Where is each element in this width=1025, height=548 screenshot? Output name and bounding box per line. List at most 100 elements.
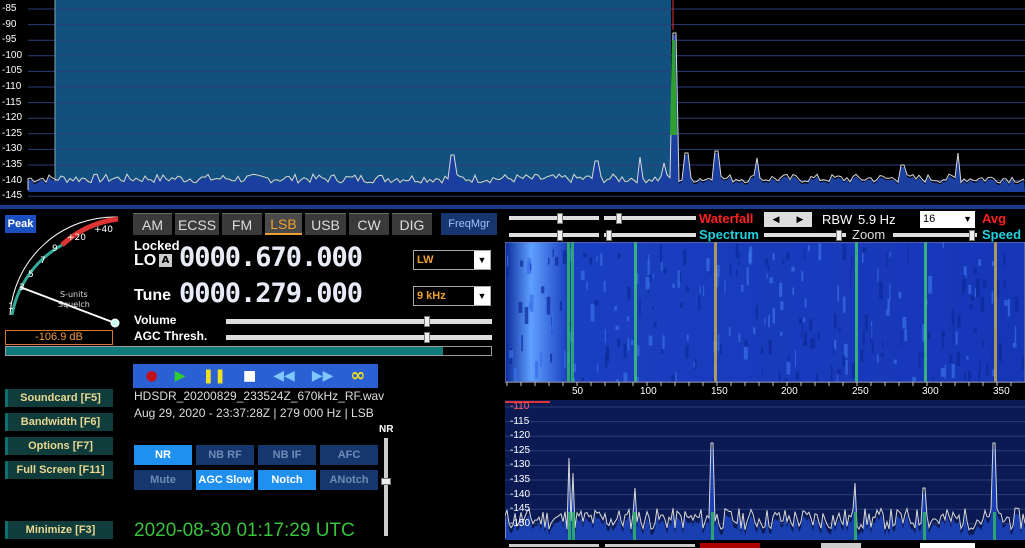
mute-button[interactable]: Mute <box>134 470 192 490</box>
s-scale-plus40: +40 <box>94 225 113 235</box>
play-icon[interactable]: ▶ <box>175 369 186 383</box>
bottom-cutoff-strip <box>505 543 1025 548</box>
waterfall-slider-1-knob[interactable] <box>557 213 563 224</box>
axis-label-250: 250 <box>852 386 869 397</box>
options-button[interactable]: Options [F7] <box>5 437 113 455</box>
top-y-label: -90 <box>2 18 17 30</box>
axis-label-350: 350 <box>993 386 1010 397</box>
lower-y-label: -140 <box>510 488 531 500</box>
axis-label-150: 150 <box>711 386 728 397</box>
zoom-label: Zoom <box>852 227 886 242</box>
speed-slider-knob[interactable] <box>969 230 975 241</box>
spectrum-slider-1[interactable] <box>509 230 599 241</box>
top-y-label: -115 <box>2 96 22 108</box>
rbw-value: 5.9 Hz <box>858 212 896 227</box>
waterfall-display[interactable] <box>505 242 1025 382</box>
top-y-label: -110 <box>2 81 22 92</box>
top-y-label: -85 <box>2 3 17 14</box>
forward-icon[interactable]: ▶▶ <box>312 369 334 383</box>
top-divider[interactable] <box>0 205 1025 209</box>
rewind-icon[interactable]: ◀◀ <box>273 369 295 383</box>
axis-label-200: 200 <box>781 386 798 397</box>
mode-fm-button[interactable]: FM <box>222 213 262 235</box>
agc-slow-button[interactable]: AGC Slow <box>196 470 254 490</box>
top-y-label: -105 <box>2 65 23 77</box>
top-y-label: -135 <box>2 159 23 170</box>
avg-select[interactable]: 16 ▼ <box>920 211 975 228</box>
anotch-button[interactable]: ANotch <box>320 470 378 490</box>
rbw-label: RBW <box>822 212 853 227</box>
chevron-right-icon[interactable]: ▶ <box>797 215 804 225</box>
pause-icon[interactable]: ❚❚ <box>203 369 226 383</box>
lo-a-badge[interactable]: A <box>159 254 172 267</box>
speed-slider[interactable] <box>893 230 977 241</box>
locked-label: Locked <box>134 238 180 253</box>
nr-slider-label: NR <box>379 424 394 435</box>
agc-thresh-slider-knob[interactable] <box>424 332 430 343</box>
file-info: Aug 29, 2020 - 23:37:28Z | 279 000 Hz | … <box>134 406 374 420</box>
lower-y-label: -150 <box>510 517 531 529</box>
s-scale-3: 3 <box>19 283 25 293</box>
waterfall-slider-2[interactable] <box>604 213 696 224</box>
loop-icon[interactable]: ∞ <box>350 367 365 385</box>
top-y-label: -140 <box>2 174 23 186</box>
nr-level-slider-knob[interactable] <box>381 478 391 485</box>
record-icon[interactable]: ● <box>146 369 158 383</box>
s-scale-1: 1 <box>8 302 14 312</box>
s-scale-5: 5 <box>28 270 34 280</box>
speed-label: Speed <box>982 227 1022 242</box>
tune-label: Tune <box>134 287 172 304</box>
afc-button[interactable]: AFC <box>320 445 378 465</box>
spectrum-slider-1-knob[interactable] <box>557 230 563 241</box>
mode-lsb-button[interactable]: LSB <box>265 213 302 235</box>
agc-thresh-slider[interactable] <box>226 332 492 343</box>
lower-y-label: -110 <box>510 401 530 412</box>
bandwidth-select-value: 9 kHz <box>417 290 446 302</box>
squelch-label: Squelch <box>58 300 90 309</box>
soundcard-button[interactable]: Soundcard [F5] <box>5 389 113 407</box>
spectrum-slider-2[interactable] <box>604 230 696 241</box>
avg-label: Avg <box>982 211 1007 226</box>
bandwidth-button[interactable]: Bandwidth [F6] <box>5 413 113 431</box>
mode-cw-button[interactable]: CW <box>349 213 389 235</box>
axis-label-300: 300 <box>922 386 939 397</box>
chevron-left-icon[interactable]: ◀ <box>773 215 780 225</box>
stop-icon[interactable]: ■ <box>243 369 256 383</box>
top-y-label: -95 <box>2 34 17 46</box>
band-select[interactable]: LW ▼ <box>413 250 491 270</box>
utc-clock: 2020-08-30 01:17:29 UTC <box>134 520 355 541</box>
nb-rf-button[interactable]: NB RF <box>196 445 254 465</box>
notch-button[interactable]: Notch <box>258 470 316 490</box>
top-spectrum-plot <box>27 0 1025 197</box>
volume-slider-knob[interactable] <box>424 316 430 327</box>
signal-level-readout: -106.9 dB <box>5 330 113 345</box>
playback-transport: ● ▶ ❚❚ ■ ◀◀ ▶▶ ∞ <box>133 364 378 388</box>
nb-if-button[interactable]: NB IF <box>258 445 316 465</box>
lo-label: LO <box>134 252 157 269</box>
freqmgr-button[interactable]: FreqMgr <box>441 213 497 235</box>
nr-level-slider[interactable] <box>384 438 388 536</box>
nr-button[interactable]: NR <box>134 445 192 465</box>
volume-slider[interactable] <box>226 316 492 327</box>
mode-usb-button[interactable]: USB <box>305 213 346 235</box>
axis-label-50: 50 <box>572 386 584 397</box>
minimize-button[interactable]: Minimize [F3] <box>5 521 113 539</box>
waterfall-slider-1[interactable] <box>509 213 599 224</box>
waterfall-slider-2-knob[interactable] <box>616 213 622 224</box>
audio-spectrum-display[interactable]: -110 -115 -120 -125 -130 -135 -140 -145 -150 <box>505 400 1025 540</box>
spectrum-label: Spectrum <box>699 227 759 242</box>
mode-am-button[interactable]: AM <box>133 213 172 235</box>
bandwidth-select[interactable]: 9 kHz ▼ <box>413 286 491 306</box>
tune-frequency[interactable]: 0000.279.000 <box>179 278 363 309</box>
zoom-slider-1-knob[interactable] <box>836 230 842 241</box>
peak-button[interactable]: Peak <box>5 215 36 233</box>
lo-frequency[interactable]: 0000.670.000 <box>179 242 363 273</box>
top-spectrum-display[interactable]: -85 -90 -95 -100 -105 -110 -115 -120 -125 -130 -13… <box>0 0 1025 205</box>
waterfall-stepper[interactable]: ◀ ▶ <box>764 212 812 227</box>
mode-dig-button[interactable]: DIG <box>392 213 432 235</box>
top-y-label: -125 <box>2 127 23 139</box>
zoom-slider-1[interactable] <box>764 230 846 241</box>
full-screen-button[interactable]: Full Screen [F11] <box>5 461 113 479</box>
spectrum-slider-2-knob[interactable] <box>606 230 612 241</box>
mode-ecss-button[interactable]: ECSS <box>175 213 219 235</box>
